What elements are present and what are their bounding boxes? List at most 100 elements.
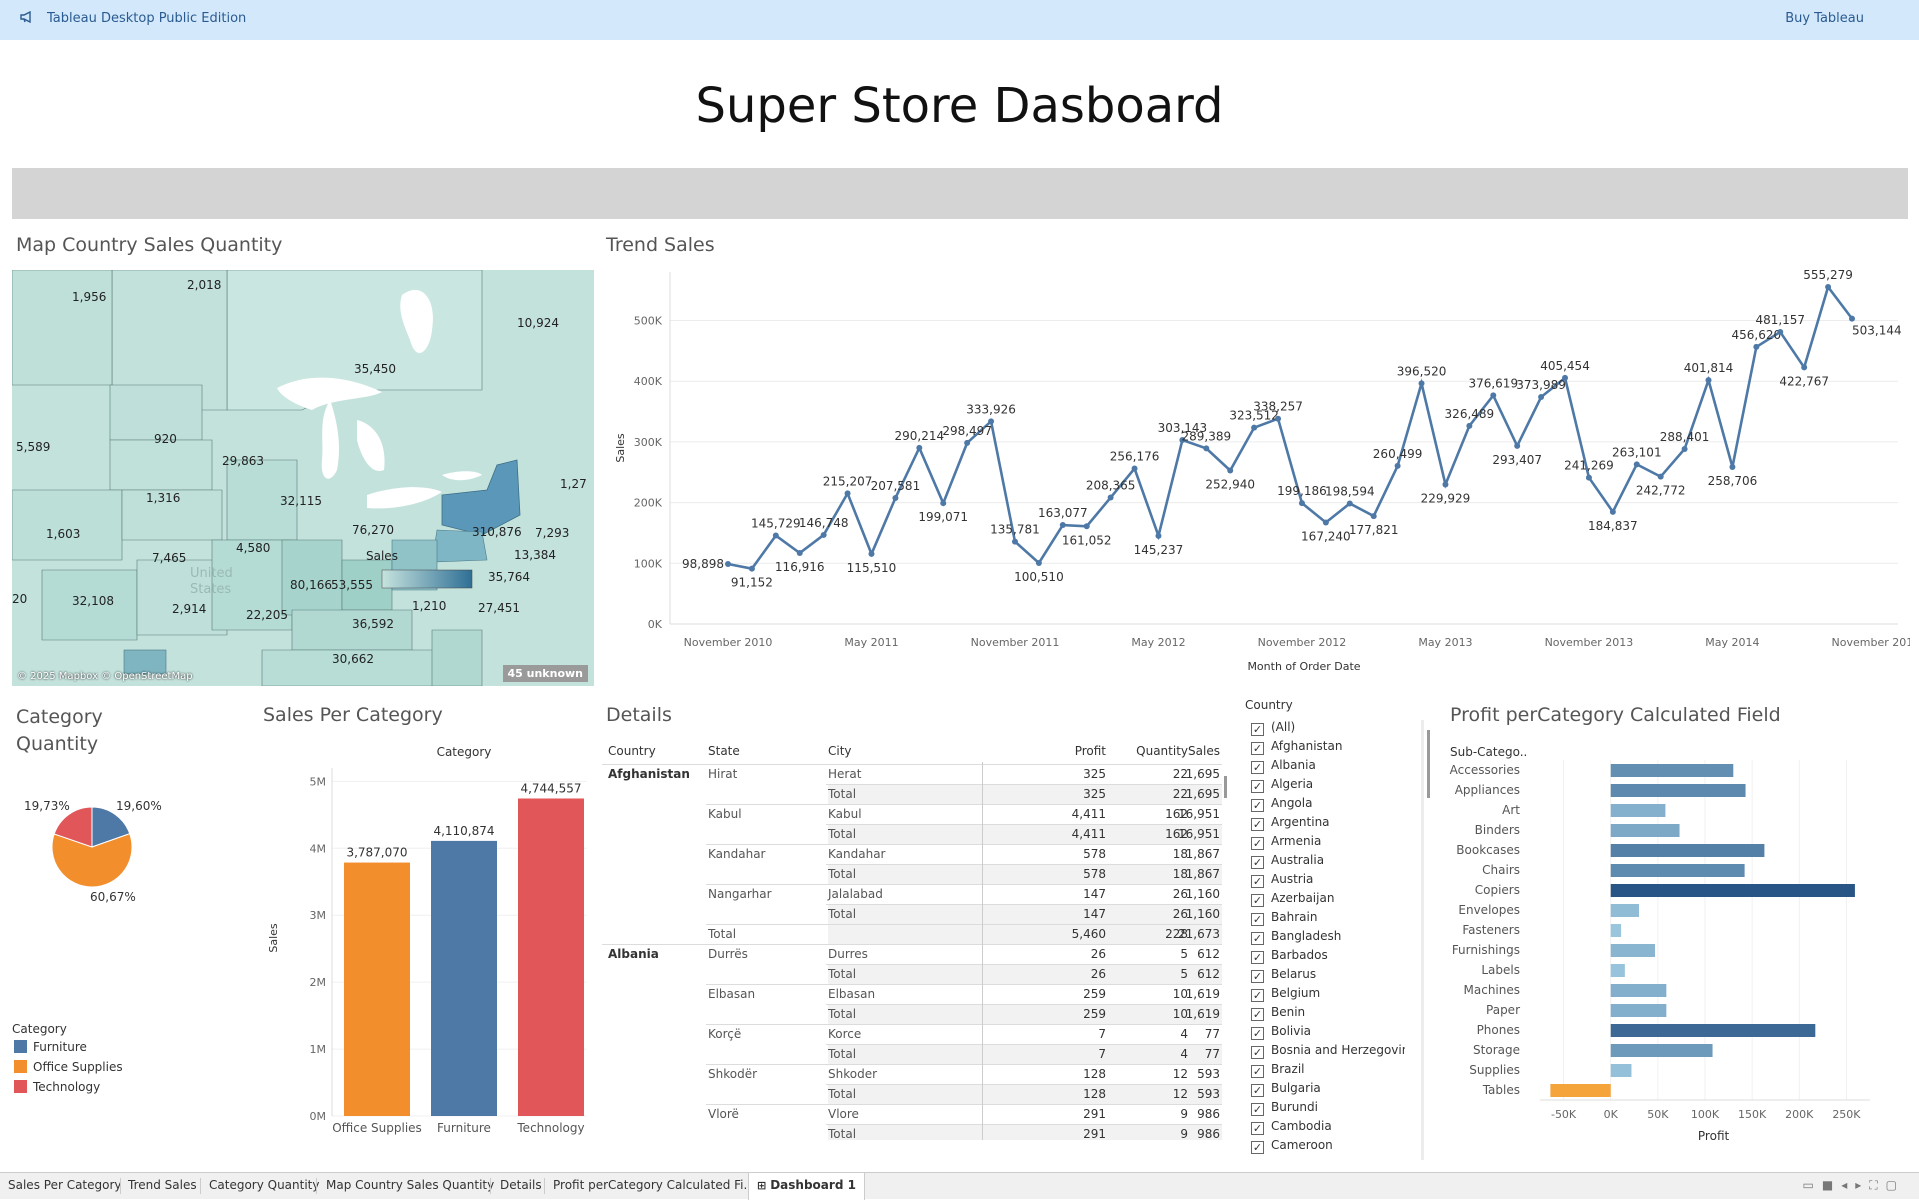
table-row[interactable]: Total 259 10 1,619 — [602, 1004, 1222, 1024]
trend-point[interactable] — [868, 550, 875, 557]
country-filter-item[interactable]: ✓ Algeria — [1251, 777, 1313, 793]
trend-point[interactable] — [1609, 508, 1616, 515]
country-filter-item[interactable]: ✓ Burundi — [1251, 1100, 1318, 1116]
checkbox-checked-icon[interactable]: ✓ — [1251, 894, 1264, 907]
trend-point[interactable] — [1777, 328, 1784, 335]
country-filter-item[interactable]: ✓ Afghanistan — [1251, 739, 1342, 755]
country-filter-item[interactable]: ✓ (All) — [1251, 720, 1295, 736]
country-filter-item[interactable]: ✓ Azerbaijan — [1251, 891, 1334, 907]
trend-point[interactable] — [1801, 364, 1808, 371]
trend-point[interactable] — [1825, 284, 1832, 291]
country-filter-item[interactable]: ✓ Belarus — [1251, 967, 1316, 983]
profit-per-category-chart[interactable]: Sub-Catego.. -50K 0K 50K 100K 150K 200K 250K Acc… — [1440, 738, 1910, 1158]
trend-point[interactable] — [1729, 463, 1736, 470]
checkbox-checked-icon[interactable]: ✓ — [1251, 989, 1264, 1002]
country-filter-item[interactable]: ✓ Albania — [1251, 758, 1316, 774]
trend-point[interactable] — [1322, 519, 1329, 526]
table-row[interactable]: Total 147 26 1,160 — [602, 904, 1222, 924]
trend-point[interactable] — [940, 500, 947, 507]
table-scrollbar-v[interactable] — [1224, 776, 1227, 798]
legend-item-office-supplies[interactable]: Office Supplies — [14, 1060, 123, 1074]
trend-point[interactable] — [1657, 473, 1664, 480]
country-filter-item[interactable]: ✓ Benin — [1251, 1005, 1305, 1021]
trend-point[interactable] — [1705, 377, 1712, 384]
profit-bar[interactable] — [1610, 784, 1746, 797]
country-filter-item[interactable]: ✓ Bahrain — [1251, 910, 1317, 926]
trend-point[interactable] — [1681, 445, 1688, 452]
trend-sales-chart[interactable]: 0K 100K 200K 300K 400K 500K November 2010 May 2… — [600, 262, 1910, 690]
col-header-country[interactable]: Country — [608, 744, 656, 764]
trend-point[interactable] — [1155, 532, 1162, 539]
table-row[interactable]: Vlorë Vlore 291 9 986 — [602, 1104, 1222, 1124]
country-filter-item[interactable]: ✓ Australia — [1251, 853, 1324, 869]
trend-point[interactable] — [1203, 445, 1210, 452]
col-header-state[interactable]: State — [708, 744, 740, 764]
country-filter-item[interactable]: ✓ Cameroon — [1251, 1138, 1333, 1154]
trend-point[interactable] — [916, 444, 923, 451]
sales-per-category-chart[interactable]: Category 0M 1M 2M 3M 4M 5M Sales 3,787,070 Office… — [262, 738, 592, 1142]
table-row[interactable]: Total 291 9 986 — [602, 1124, 1222, 1140]
table-row[interactable]: Total 5,460 228 21,673 — [602, 924, 1222, 944]
profit-bar[interactable] — [1610, 764, 1734, 777]
profit-bar[interactable] — [1610, 864, 1745, 877]
trend-point[interactable] — [748, 565, 755, 572]
trend-point[interactable] — [1251, 424, 1258, 431]
sales-bar[interactable] — [431, 840, 497, 1116]
trend-point[interactable] — [1346, 500, 1353, 507]
table-row[interactable]: Total 578 18 1,867 — [602, 864, 1222, 884]
tab-details[interactable]: Details — [500, 1178, 542, 1192]
megaphone-icon[interactable] — [20, 10, 34, 27]
table-row[interactable]: Elbasan Elbasan 259 10 1,619 — [602, 984, 1222, 1004]
country-filter-item[interactable]: ✓ Bolivia — [1251, 1024, 1311, 1040]
profit-bar[interactable] — [1610, 1064, 1632, 1077]
tab-nav-controls[interactable]: ▭■◂▸⛶▢ — [1803, 1178, 1905, 1193]
trend-point[interactable] — [892, 495, 899, 502]
map-unknown-badge[interactable]: 45 unknown — [502, 665, 588, 682]
trend-point[interactable] — [1442, 481, 1449, 488]
trend-point[interactable] — [1562, 374, 1569, 381]
checkbox-checked-icon[interactable]: ✓ — [1251, 856, 1264, 869]
profit-bar[interactable] — [1610, 1024, 1816, 1037]
trend-point[interactable] — [1227, 467, 1234, 474]
country-filter-item[interactable]: ✓ Bangladesh — [1251, 929, 1341, 945]
country-filter[interactable]: Country ✓ (All) ✓ Afghanistan ✓ Albania ✓ Alger… — [1245, 698, 1405, 1158]
profit-bar[interactable] — [1610, 884, 1855, 897]
checkbox-checked-icon[interactable]: ✓ — [1251, 1122, 1264, 1135]
tab-map-country-sales[interactable]: Map Country Sales Quantity — [326, 1178, 494, 1192]
country-filter-item[interactable]: ✓ Bulgaria — [1251, 1081, 1321, 1097]
trend-point[interactable] — [1394, 462, 1401, 469]
col-header-profit[interactable]: Profit — [1026, 744, 1106, 764]
checkbox-checked-icon[interactable]: ✓ — [1251, 837, 1264, 850]
table-row[interactable]: Total 325 22 1,695 — [602, 784, 1222, 804]
table-row[interactable]: Shkodër Shkoder 128 12 593 — [602, 1064, 1222, 1084]
profit-bar[interactable] — [1610, 964, 1625, 977]
filter-scroll-track[interactable] — [1421, 720, 1424, 1160]
checkbox-checked-icon[interactable]: ✓ — [1251, 875, 1264, 888]
legend-item-furniture[interactable]: Furniture — [14, 1040, 87, 1054]
trend-point[interactable] — [1585, 474, 1592, 481]
trend-point[interactable] — [988, 418, 995, 425]
trend-point[interactable] — [796, 550, 803, 557]
checkbox-checked-icon[interactable]: ✓ — [1251, 1103, 1264, 1116]
trend-point[interactable] — [1418, 380, 1425, 387]
profit-bar[interactable] — [1610, 924, 1622, 937]
trend-point[interactable] — [1011, 538, 1018, 545]
profit-bar[interactable] — [1550, 1084, 1611, 1097]
sales-bar[interactable] — [518, 798, 584, 1116]
trend-point[interactable] — [772, 532, 779, 539]
sales-map[interactable]: 1,956 2,018 10,924 35,450 5,589 920 29,863 1,31… — [12, 270, 594, 686]
table-row[interactable]: Total 4,411 162 16,951 — [602, 824, 1222, 844]
table-row[interactable]: Kandahar Kandahar 578 18 1,867 — [602, 844, 1222, 864]
category-quantity-pie[interactable]: 19,60% 60,67% 19,73% — [12, 790, 202, 940]
trend-point[interactable] — [1083, 523, 1090, 530]
profit-bar[interactable] — [1610, 984, 1667, 997]
tab-dashboard-1[interactable]: ⊞ Dashboard 1 — [748, 1173, 865, 1200]
checkbox-checked-icon[interactable]: ✓ — [1251, 818, 1264, 831]
checkbox-checked-icon[interactable]: ✓ — [1251, 742, 1264, 755]
checkbox-checked-icon[interactable]: ✓ — [1251, 780, 1264, 793]
profit-bar[interactable] — [1610, 944, 1656, 957]
checkbox-checked-icon[interactable]: ✓ — [1251, 723, 1264, 736]
filter-scrollbar[interactable] — [1427, 730, 1430, 798]
checkbox-checked-icon[interactable]: ✓ — [1251, 761, 1264, 774]
checkbox-checked-icon[interactable]: ✓ — [1251, 1065, 1264, 1078]
